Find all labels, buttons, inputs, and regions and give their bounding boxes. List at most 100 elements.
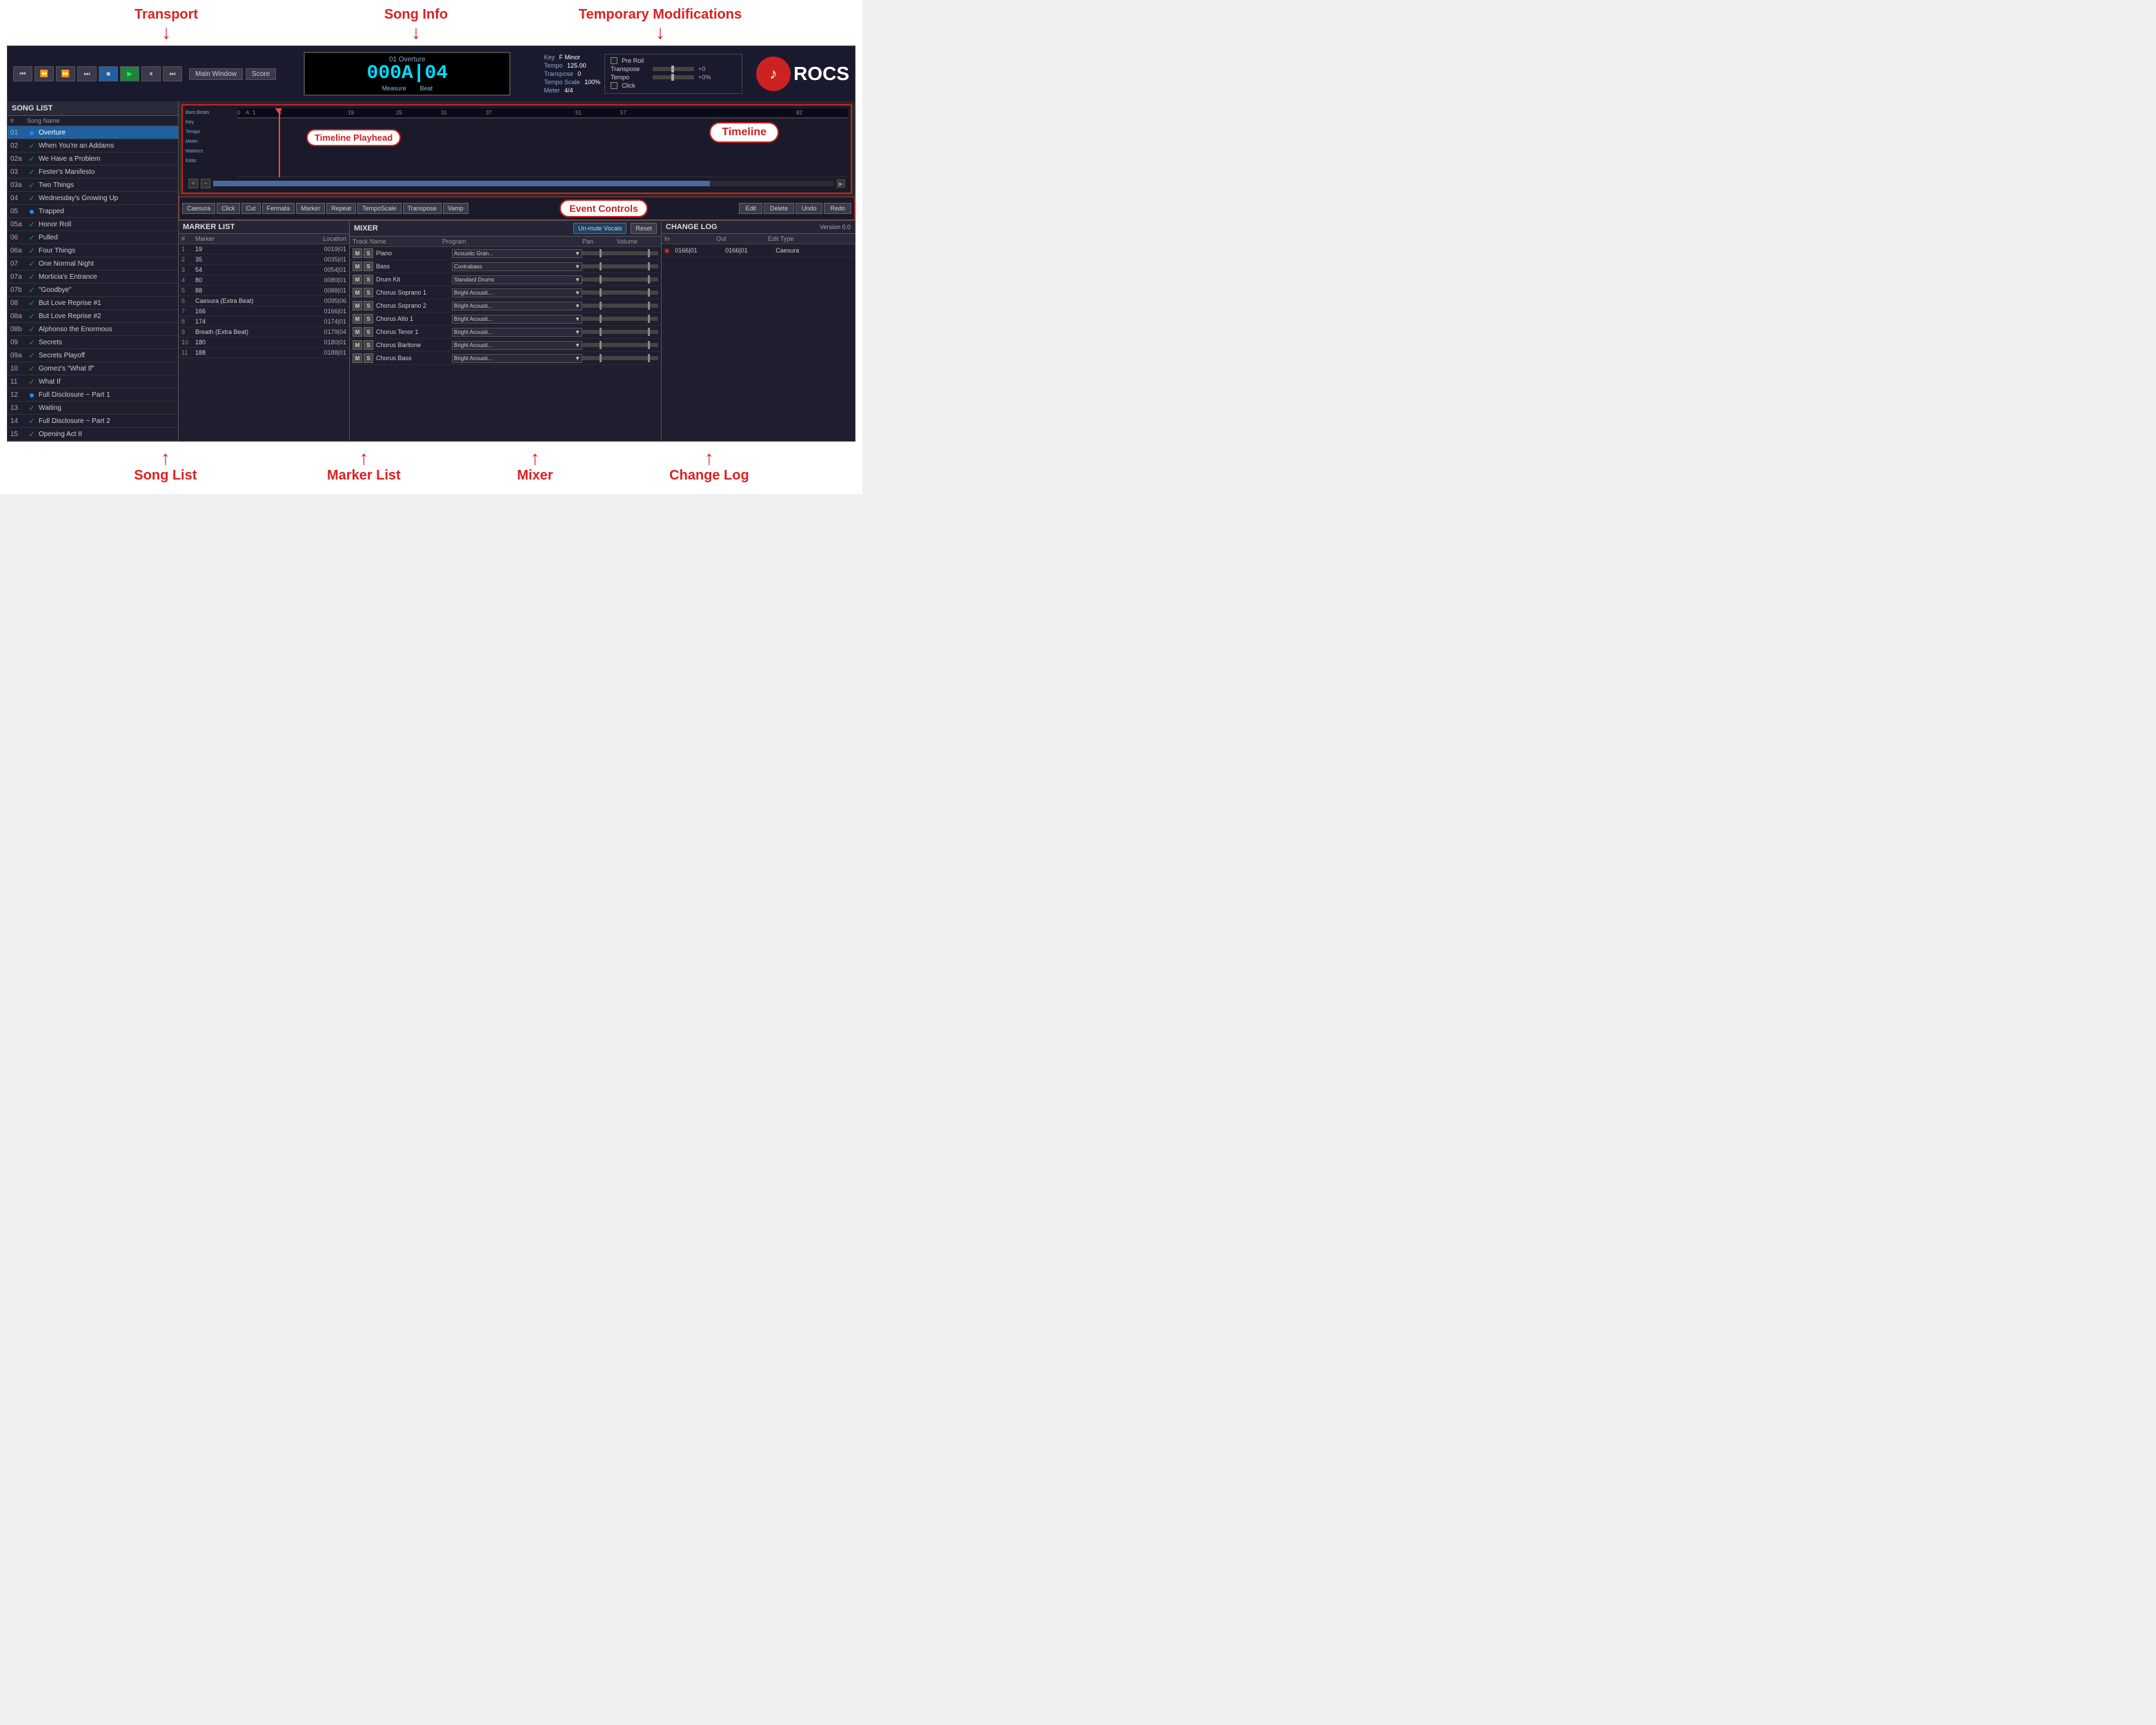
pan-fader[interactable] xyxy=(582,290,617,295)
track-volume[interactable] xyxy=(617,304,658,308)
song-list-item[interactable]: 09a ✓ Secrets Playoff xyxy=(8,349,178,362)
pre-roll-checkbox[interactable] xyxy=(611,57,617,64)
song-list-item[interactable]: 15 ✓ Opening Act II xyxy=(8,428,178,441)
marker-item[interactable]: 9 Breath (Extra Beat) 0179|04 xyxy=(179,327,349,337)
cut-btn[interactable]: Cut xyxy=(241,203,261,214)
solo-btn[interactable]: S xyxy=(364,340,373,350)
click-checkbox[interactable] xyxy=(611,82,617,89)
timeline-playhead[interactable] xyxy=(279,108,280,177)
delete-btn[interactable]: Delete xyxy=(764,203,794,214)
program-select[interactable]: Bright Acousti... ▼ xyxy=(452,302,582,310)
vol-fader[interactable] xyxy=(617,290,658,295)
track-volume[interactable] xyxy=(617,330,658,334)
vol-fader[interactable] xyxy=(617,251,658,255)
mute-btn[interactable]: M xyxy=(353,301,362,310)
track-pan[interactable] xyxy=(582,356,617,360)
pan-fader[interactable] xyxy=(582,304,617,308)
marker-item[interactable]: 10 180 0180|01 xyxy=(179,337,349,348)
program-select[interactable]: Bright Acousti... ▼ xyxy=(452,354,582,363)
song-list-item[interactable]: 04 ✓ Wednesday's Growing Up xyxy=(8,192,178,205)
tempo-scale-btn[interactable]: TempoScale xyxy=(357,203,402,214)
solo-btn[interactable]: S xyxy=(364,314,373,324)
edit-btn[interactable]: Edit xyxy=(739,203,762,214)
pan-fader[interactable] xyxy=(582,264,617,268)
marker-item[interactable]: 11 188 0188|01 xyxy=(179,348,349,358)
reset-btn[interactable]: Reset xyxy=(631,223,657,234)
marker-item[interactable]: 5 88 0088|01 xyxy=(179,286,349,296)
pan-fader[interactable] xyxy=(582,343,617,347)
mute-btn[interactable]: M xyxy=(353,288,362,297)
solo-btn[interactable]: S xyxy=(364,248,373,258)
marker-item[interactable]: 4 80 0080|01 xyxy=(179,275,349,286)
track-pan[interactable] xyxy=(582,343,617,347)
unmute-vocals-btn[interactable]: Un-mute Vocals xyxy=(573,223,627,234)
song-list-item[interactable]: 07b ✓ "Goodbye" xyxy=(8,284,178,297)
repeat-btn[interactable]: Repeat xyxy=(326,203,356,214)
scroll-right-btn[interactable]: ▶ xyxy=(837,179,845,188)
vol-fader[interactable] xyxy=(617,264,658,268)
vol-fader[interactable] xyxy=(617,277,658,282)
transpose-btn[interactable]: Transpose xyxy=(403,203,442,214)
transport-btn-record[interactable]: ⏭ xyxy=(163,66,182,81)
song-list-item[interactable]: 13 ✓ Waiting xyxy=(8,402,178,415)
track-pan[interactable] xyxy=(582,330,617,334)
solo-btn[interactable]: S xyxy=(364,353,373,363)
redo-btn[interactable]: Redo xyxy=(824,203,851,214)
vol-fader[interactable] xyxy=(617,343,658,347)
track-pan[interactable] xyxy=(582,317,617,321)
song-list-item[interactable]: 03 ✓ Fester's Manifesto xyxy=(8,166,178,179)
marker-item[interactable]: 2 35 0035|01 xyxy=(179,255,349,265)
song-list-item[interactable]: 01 ● Overture xyxy=(8,126,178,139)
solo-btn[interactable]: S xyxy=(364,301,373,310)
transport-btn-fast-forward[interactable]: ⏩ xyxy=(56,66,75,81)
program-select[interactable]: Standard Drums ▼ xyxy=(452,275,582,284)
transport-btn-pause[interactable]: ⏸ xyxy=(141,66,161,81)
song-list-item[interactable]: 09 ✓ Secrets xyxy=(8,336,178,349)
main-window-btn[interactable]: Main Window xyxy=(189,68,243,80)
marker-item[interactable]: 6 Caesura (Extra Beat) 0095|06 xyxy=(179,296,349,306)
program-select[interactable]: Bright Acousti... ▼ xyxy=(452,288,582,297)
track-volume[interactable] xyxy=(617,251,658,255)
track-pan[interactable] xyxy=(582,290,617,295)
song-list-item[interactable]: 06 ✓ Pulled xyxy=(8,231,178,244)
zoom-plus[interactable]: + xyxy=(188,179,198,188)
song-list-item[interactable]: 10 ✓ Gomez's "What If" xyxy=(8,362,178,375)
song-list-item[interactable]: 05a ✓ Honor Roll xyxy=(8,218,178,231)
program-select[interactable]: Contrabass ▼ xyxy=(452,262,582,271)
track-pan[interactable] xyxy=(582,264,617,268)
song-list-item[interactable]: 07a ✓ Morticia's Entrance xyxy=(8,270,178,284)
vol-fader[interactable] xyxy=(617,304,658,308)
solo-btn[interactable]: S xyxy=(364,327,373,337)
track-volume[interactable] xyxy=(617,343,658,347)
program-select[interactable]: Acoustic Gran... ▼ xyxy=(452,249,582,258)
pan-fader[interactable] xyxy=(582,330,617,334)
track-volume[interactable] xyxy=(617,264,658,268)
timeline-scrollbar[interactable] xyxy=(213,181,834,186)
song-list-item[interactable]: 08 ✓ But Love Reprise #1 xyxy=(8,297,178,310)
song-list-item[interactable]: 07 ✓ One Normal Night xyxy=(8,257,178,270)
tempo-slider[interactable] xyxy=(653,75,694,79)
mute-btn[interactable]: M xyxy=(353,353,362,363)
pan-fader[interactable] xyxy=(582,317,617,321)
click-btn[interactable]: Click xyxy=(217,203,240,214)
solo-btn[interactable]: S xyxy=(364,275,373,284)
marker-item[interactable]: 7 166 0166|01 xyxy=(179,306,349,317)
song-list-item[interactable]: 02 ✓ When You're an Addams xyxy=(8,139,178,152)
fermata-btn[interactable]: Fermata xyxy=(262,203,295,214)
program-select[interactable]: Bright Acousti... ▼ xyxy=(452,341,582,350)
vol-fader[interactable] xyxy=(617,317,658,321)
transport-btn-play[interactable]: ▶ xyxy=(120,66,139,81)
transport-btn-skip-start[interactable]: ⏮ xyxy=(13,66,32,81)
track-volume[interactable] xyxy=(617,290,658,295)
program-select[interactable]: Bright Acousti... ▼ xyxy=(452,315,582,324)
mute-btn[interactable]: M xyxy=(353,262,362,271)
program-select[interactable]: Bright Acousti... ▼ xyxy=(452,328,582,337)
marker-item[interactable]: 1 19 0019|01 xyxy=(179,244,349,255)
song-list-item[interactable]: 08a ✓ But Love Reprise #2 xyxy=(8,310,178,323)
mute-btn[interactable]: M xyxy=(353,275,362,284)
transport-btn-stop[interactable]: ■ xyxy=(99,66,118,81)
mute-btn[interactable]: M xyxy=(353,314,362,324)
vamp-btn[interactable]: Vamp xyxy=(443,203,468,214)
track-volume[interactable] xyxy=(617,356,658,360)
pan-fader[interactable] xyxy=(582,251,617,255)
